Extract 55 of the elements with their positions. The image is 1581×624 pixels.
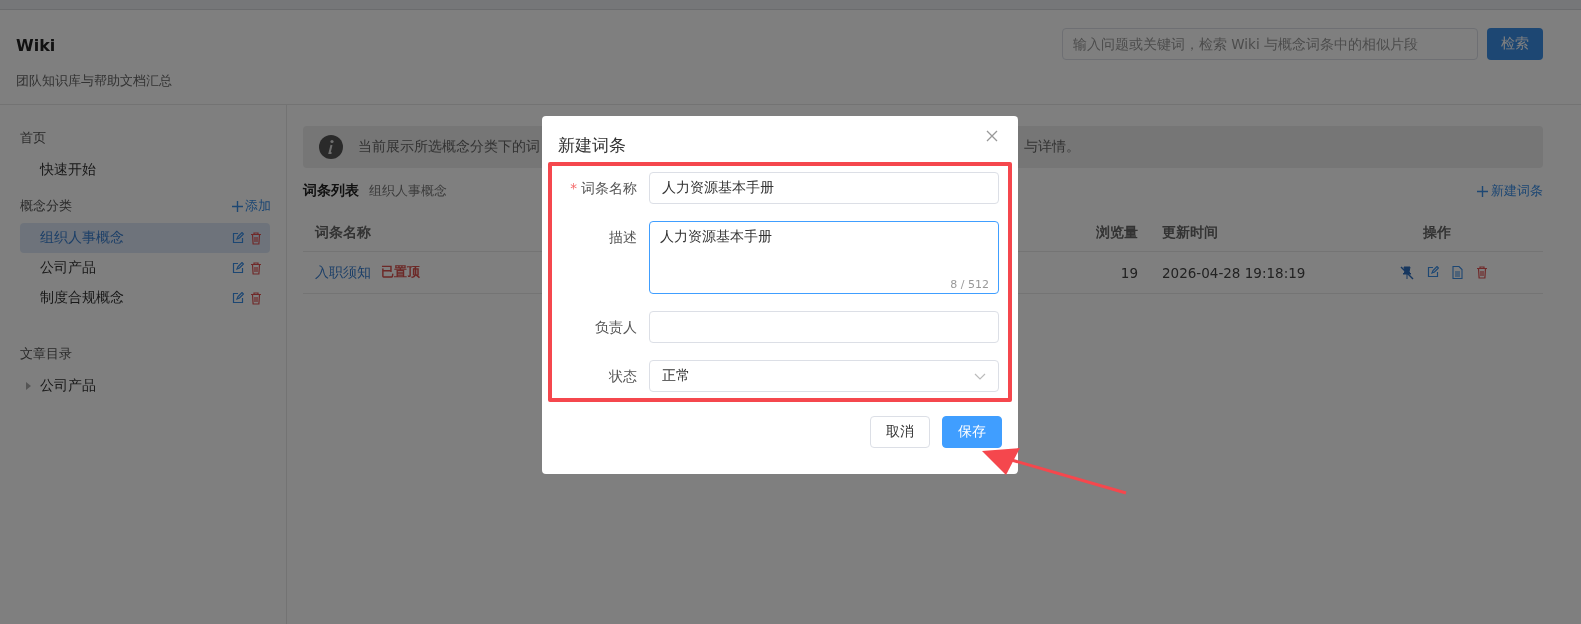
save-button[interactable]: 保存 (942, 416, 1002, 448)
pinned-tag: 已置顶 (381, 264, 420, 281)
dialog-title: 新建词条 (558, 134, 626, 157)
banner-text: 与详情。 (1024, 138, 1080, 156)
search-button[interactable]: 检索 (1487, 28, 1543, 60)
list-title: 词条列表 (303, 182, 359, 200)
delete-icon[interactable] (1476, 265, 1488, 279)
category-item[interactable]: 制度合规概念 (20, 283, 270, 313)
input-field[interactable] (649, 311, 999, 343)
tree-item[interactable]: 公司产品 (40, 377, 96, 395)
edit-icon[interactable] (232, 231, 244, 244)
delete-icon[interactable] (250, 291, 262, 305)
section-title: 首页 (20, 129, 46, 147)
document-icon[interactable] (1452, 265, 1463, 279)
list-subtitle: 组织人事概念 (369, 182, 447, 200)
banner-text: 当前展示所选概念分类下的词 (358, 138, 540, 156)
edit-icon[interactable] (232, 291, 244, 304)
input-field[interactable]: 人力资源基本手册 (649, 172, 999, 204)
category-item[interactable]: 组织人事概念 (20, 223, 270, 253)
delete-icon[interactable] (250, 231, 262, 245)
plus-icon (232, 200, 243, 212)
chevron-down-icon (974, 372, 986, 380)
info-icon (319, 135, 343, 159)
entry-link[interactable]: 入职须知 (315, 263, 371, 282)
select-field[interactable]: 正常 (649, 360, 999, 392)
category-label: 组织人事概念 (40, 229, 124, 247)
char-counter: 8 / 512 (950, 278, 989, 291)
edit-icon[interactable] (232, 261, 244, 274)
page-title: Wiki (16, 36, 57, 55)
column-header: 操作 (1422, 223, 1451, 242)
column-header: 更新时间 (1162, 223, 1218, 242)
table-cell: 2026-04-28 19:18:19 (1162, 264, 1306, 281)
category-label: 公司产品 (40, 259, 96, 277)
field-label: * 词条名称 (569, 179, 638, 198)
section-title: 概念分类 (20, 197, 72, 215)
category-label: 制度合规概念 (40, 289, 124, 307)
section-title: 文章目录 (20, 345, 72, 363)
delete-icon[interactable] (250, 261, 262, 275)
unpin-icon[interactable] (1400, 265, 1414, 280)
expand-caret-icon[interactable] (24, 382, 32, 390)
column-header: 浏览量 (1096, 223, 1138, 242)
plus-icon (1477, 185, 1488, 197)
cancel-button[interactable]: 取消 (870, 416, 930, 448)
table-cell: 19 (1120, 264, 1138, 281)
close-button[interactable] (984, 128, 1000, 144)
field-label: 描述 (608, 228, 638, 247)
page-subtitle: 团队知识库与帮助文档汇总 (16, 73, 172, 90)
column-header: 词条名称 (315, 223, 371, 242)
new-entry-link[interactable]: 新建词条 (1477, 182, 1543, 200)
field-label: 状态 (608, 367, 638, 386)
category-item[interactable]: 公司产品 (20, 253, 270, 283)
edit-icon[interactable] (1427, 265, 1439, 278)
field-label: 负责人 (594, 318, 638, 337)
add-link[interactable]: 添加 (232, 197, 271, 215)
nav-item[interactable]: 快速开始 (20, 155, 270, 185)
